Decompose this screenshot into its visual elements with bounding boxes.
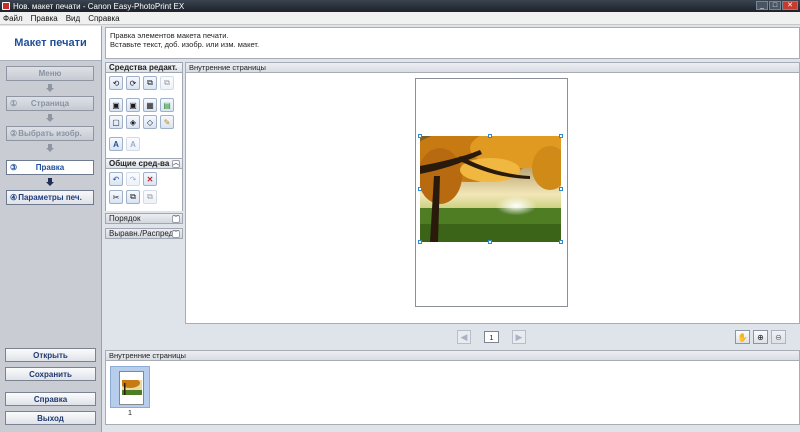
add-image-icon[interactable]: ▣ [109,98,123,112]
redo-icon[interactable]: ↷ [126,172,140,186]
replace-image-icon[interactable]: ▣ [126,98,140,112]
instruction-box: Правка элементов макета печати. Вставьте… [105,27,800,59]
expand-icon[interactable]: ﹀ [172,215,180,223]
zoom-out-icon[interactable]: ⊖ [771,330,786,344]
thumbnail-label: 1 [127,408,133,417]
save-button[interactable]: Сохранить [5,367,96,381]
shape-icon[interactable]: ◇ [143,115,157,129]
resize-handle[interactable] [559,240,563,244]
align-header[interactable]: Выравн./Распред. ﹀ [105,228,183,239]
autumn-tree-image [420,136,561,242]
title-bar: Нов. макет печати - Canon Easy-PhotoPrin… [0,0,800,12]
step-arrow-icon [46,114,54,122]
instruction-line-1: Правка элементов макета печати. [110,31,229,40]
print-page[interactable] [415,78,568,307]
common-tools-header[interactable]: Общие сред-ва ︿ [105,158,183,169]
page-thumbnail[interactable] [110,366,150,408]
step-edit-label: Правка [35,163,65,172]
paste-frame-icon[interactable]: ⧉ [160,76,174,90]
hand-tool-icon[interactable]: ✋ [735,330,750,344]
thumbnail-page [119,371,144,405]
page-navigation: ◀ 1 ▶ ✋ ⊕ ⊖ [185,325,800,349]
thumbnails-header: Внутренние страницы [105,350,800,361]
cut-icon[interactable]: ✂ [109,190,123,204]
step-menu[interactable]: Меню [6,66,94,81]
resize-handle[interactable] [559,187,563,191]
minimize-button[interactable]: _ [756,1,768,10]
correct-image-icon[interactable]: ✎ [160,115,174,129]
exit-button[interactable]: Выход [5,411,96,425]
tools-panel: Средства редакт. ⟲ ⟳ ⧉ ⧉ ▣ ▣ ▦ ▤ ▢ ◈ ◇ ✎… [105,62,183,248]
zoom-in-icon[interactable]: ⊕ [753,330,768,344]
order-title: Порядок [109,214,141,223]
resize-handle[interactable] [418,134,422,138]
align-title: Выравн./Распред. [109,229,176,238]
thumbnail-image [122,380,142,395]
open-button[interactable]: Открыть [5,348,96,362]
menu-help[interactable]: Справка [88,14,119,23]
edit-tools-header: Средства редакт. [105,62,183,73]
step-arrow-icon [46,84,54,92]
resize-handle[interactable] [488,134,492,138]
photo-frame[interactable] [420,136,561,242]
step-print-settings[interactable]: ④ Параметры печ. [6,190,94,205]
order-header[interactable]: Порядок ﹀ [105,213,183,224]
window-title: Нов. макет печати - Canon Easy-PhotoPrin… [13,1,185,11]
step-arrow-icon [46,178,54,186]
delete-icon[interactable]: ✕ [143,172,157,186]
text-icon[interactable]: A [109,137,123,151]
canvas-header: Внутренние страницы [185,62,800,73]
expand-icon[interactable]: ﹀ [172,230,180,238]
common-tools-title: Общие сред-ва [109,159,170,168]
image-effect-icon[interactable]: ◈ [126,115,140,129]
thumbnails-strip: 1 [105,361,800,425]
menu-edit[interactable]: Правка [31,14,58,23]
undo-icon[interactable]: ↶ [109,172,123,186]
menu-bar: Файл Правка Вид Справка [0,12,800,25]
copy-frame-icon[interactable]: ⧉ [143,76,157,90]
step-page[interactable]: ① Страница [6,96,94,111]
crop-image-icon[interactable]: ▦ [143,98,157,112]
step-select-number: ② [10,129,18,138]
resize-handle[interactable] [418,240,422,244]
rotate-left-icon[interactable]: ⟲ [109,76,123,90]
menu-file[interactable]: Файл [3,14,23,23]
step-page-label: Страница [30,99,70,108]
copy-icon[interactable]: ⧉ [126,190,140,204]
menu-view[interactable]: Вид [66,14,80,23]
fit-image-icon[interactable]: ▤ [160,98,174,112]
step-print-number: ④ [10,193,18,202]
edit-tools-body: ⟲ ⟳ ⧉ ⧉ ▣ ▣ ▦ ▤ ▢ ◈ ◇ ✎ A A [105,73,183,158]
close-button[interactable]: ✕ [782,1,798,10]
step-select-label: Выбрать изобр. [18,129,82,138]
paste-icon[interactable]: ⧉ [143,190,157,204]
text-edit-icon[interactable]: A [126,137,140,151]
left-header: Макет печати [0,26,101,61]
page-number: 1 [484,331,499,343]
maximize-button[interactable]: □ [769,1,781,10]
step-edit-number: ③ [10,163,18,172]
common-tools-body: ↶ ↷ ✕ ✂ ⧉ ⧉ [105,169,183,211]
resize-handle[interactable] [559,134,563,138]
step-edit[interactable]: ③ Правка [6,160,94,175]
step-page-number: ① [10,99,18,108]
image-frame-icon[interactable]: ▢ [109,115,123,129]
step-select-images[interactable]: ② Выбрать изобр. [6,126,94,141]
next-page-button[interactable]: ▶ [512,330,526,344]
resize-handle[interactable] [418,187,422,191]
help-button[interactable]: Справка [5,392,96,406]
rotate-right-icon[interactable]: ⟳ [126,76,140,90]
prev-page-button[interactable]: ◀ [457,330,471,344]
step-menu-label: Меню [38,69,62,78]
left-navigation: Макет печати Меню ① Страница ② Выбрать и… [0,26,102,432]
resize-handle[interactable] [488,240,492,244]
step-arrow-icon [46,144,54,152]
instruction-line-2: Вставьте текст, доб. изобр. или изм. мак… [110,40,260,49]
layout-canvas[interactable] [185,73,800,324]
step-print-label: Параметры печ. [18,193,82,202]
app-icon [2,2,10,10]
collapse-icon[interactable]: ︿ [172,160,180,168]
